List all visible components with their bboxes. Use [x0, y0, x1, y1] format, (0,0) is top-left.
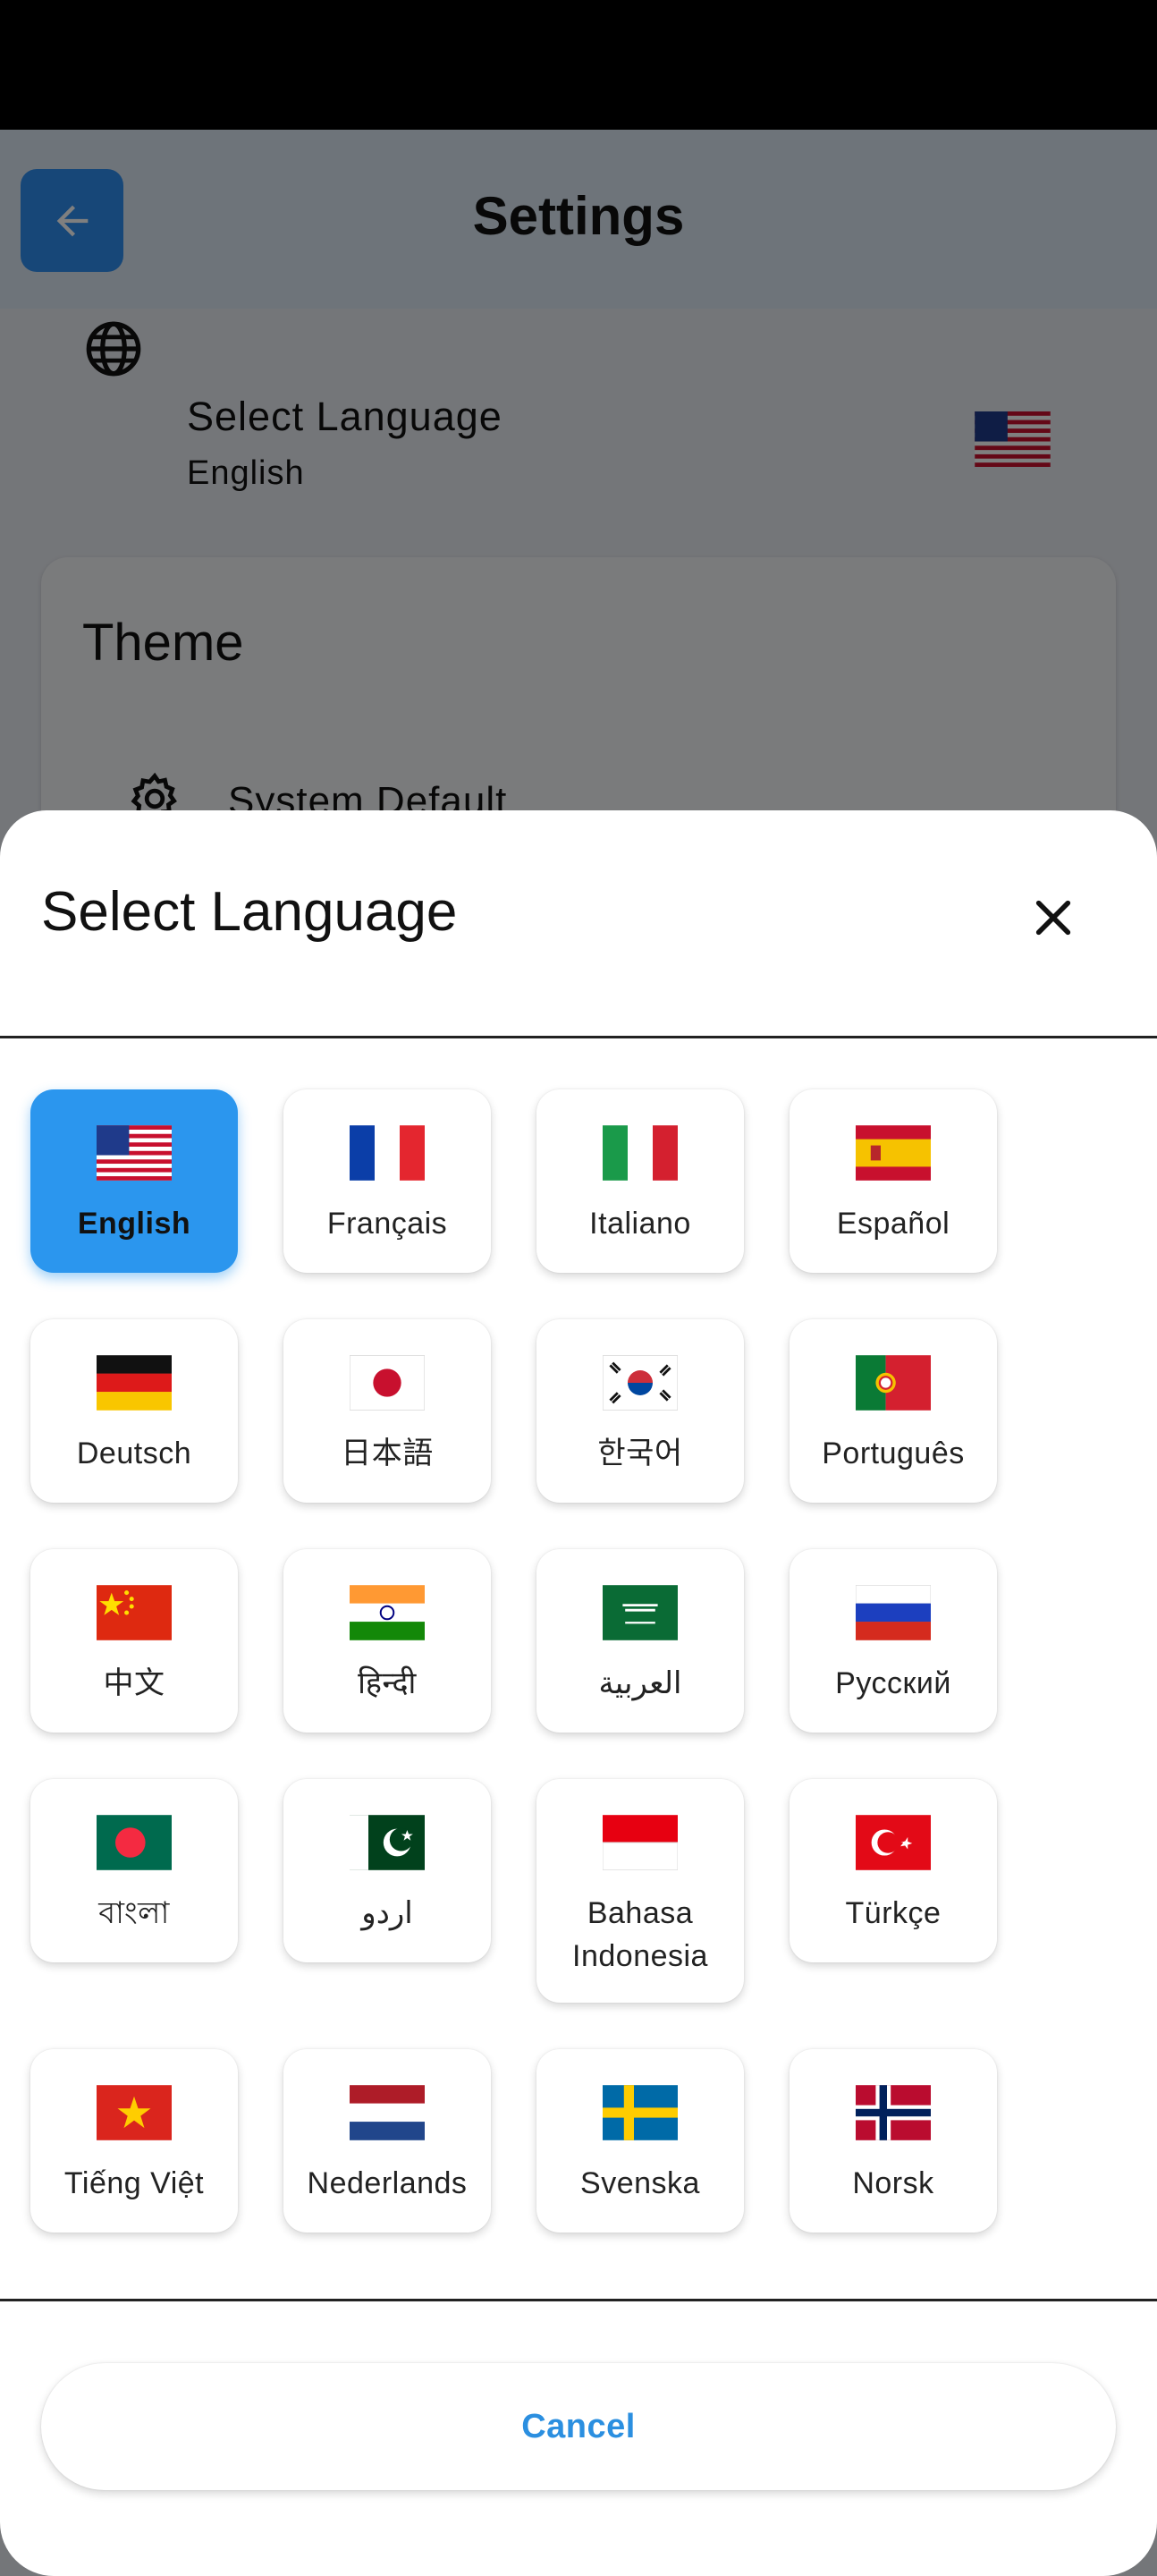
language-label: Italiano	[589, 1207, 691, 1241]
language-label: বাংলা	[98, 1896, 170, 1930]
language-tile-nederlands[interactable]: Nederlands	[283, 2049, 491, 2233]
language-label: 中文	[103, 1666, 165, 1700]
language-label: اردو	[361, 1896, 413, 1930]
netherlands-flag-icon	[350, 2085, 425, 2140]
language-grid: English Français Italiano Español Deutsc…	[30, 1089, 1068, 2233]
turkey-flag-icon	[856, 1815, 931, 1870]
italy-flag-icon	[603, 1125, 678, 1181]
language-tile-bengali[interactable]: বাংলা	[30, 1779, 238, 1962]
language-label: 한국어	[597, 1436, 683, 1470]
germany-flag-icon	[97, 1355, 172, 1411]
japan-flag-icon	[350, 1355, 425, 1411]
sheet-divider-bottom	[0, 2299, 1157, 2301]
language-tile-russian[interactable]: Русский	[790, 1549, 997, 1733]
language-label: हिन्दी	[358, 1666, 417, 1700]
language-label: Svenska	[580, 2166, 700, 2200]
india-flag-icon	[350, 1585, 425, 1640]
language-tile-korean[interactable]: 한국어	[536, 1319, 744, 1503]
language-label: Türkçe	[845, 1896, 942, 1930]
language-tile-chinese[interactable]: 中文	[30, 1549, 238, 1733]
language-tile-espanol[interactable]: Español	[790, 1089, 997, 1273]
bangladesh-flag-icon	[97, 1815, 172, 1870]
vietnam-flag-icon	[97, 2085, 172, 2140]
language-tile-italiano[interactable]: Italiano	[536, 1089, 744, 1273]
language-label: Русский	[835, 1666, 951, 1700]
language-tile-japanese[interactable]: 日本語	[283, 1319, 491, 1503]
language-bottom-sheet: Select Language English Français Italian…	[0, 810, 1157, 2576]
language-label: Deutsch	[76, 1436, 192, 1470]
language-label: 日本語	[341, 1436, 434, 1470]
language-tile-english[interactable]: English	[30, 1089, 238, 1273]
language-tile-norsk[interactable]: Norsk	[790, 2049, 997, 2233]
language-label: Français	[326, 1207, 448, 1241]
status-bar	[0, 0, 1157, 130]
language-tile-portugues[interactable]: Português	[790, 1319, 997, 1503]
sheet-divider-top	[0, 1036, 1157, 1038]
language-tile-urdu[interactable]: اردو	[283, 1779, 491, 1962]
pakistan-flag-icon	[350, 1815, 425, 1870]
language-tile-francais[interactable]: Français	[283, 1089, 491, 1273]
language-label: Norsk	[852, 2166, 934, 2200]
close-button[interactable]	[1018, 882, 1089, 953]
language-tile-turkce[interactable]: Türkçe	[790, 1779, 997, 1962]
saudi-arabia-flag-icon	[603, 1585, 678, 1640]
indonesia-flag-icon	[603, 1815, 678, 1870]
language-label: Bahasa Indonesia	[572, 1896, 708, 1973]
language-tile-bahasa-indonesia[interactable]: Bahasa Indonesia	[536, 1779, 744, 2003]
language-label: Nederlands	[307, 2166, 468, 2200]
us-flag-icon	[97, 1125, 172, 1181]
portugal-flag-icon	[856, 1355, 931, 1411]
spain-flag-icon	[856, 1125, 931, 1181]
close-icon	[1035, 900, 1071, 936]
language-label: العربية	[598, 1666, 682, 1700]
russia-flag-icon	[856, 1585, 931, 1640]
language-label: English	[77, 1207, 191, 1241]
norway-flag-icon	[856, 2085, 931, 2140]
language-label: Tiếng Việt	[63, 2166, 205, 2200]
language-label: Português	[822, 1436, 965, 1470]
language-tile-hindi[interactable]: हिन्दी	[283, 1549, 491, 1733]
language-tile-arabic[interactable]: العربية	[536, 1549, 744, 1733]
language-label: Español	[836, 1207, 950, 1241]
language-tile-svenska[interactable]: Svenska	[536, 2049, 744, 2233]
france-flag-icon	[350, 1125, 425, 1181]
korea-flag-icon	[603, 1355, 678, 1411]
cancel-button[interactable]: Cancel	[41, 2363, 1116, 2490]
language-tile-deutsch[interactable]: Deutsch	[30, 1319, 238, 1503]
language-tile-tieng-viet[interactable]: Tiếng Việt	[30, 2049, 238, 2233]
china-flag-icon	[97, 1585, 172, 1640]
sweden-flag-icon	[603, 2085, 678, 2140]
sheet-title: Select Language	[41, 881, 458, 943]
